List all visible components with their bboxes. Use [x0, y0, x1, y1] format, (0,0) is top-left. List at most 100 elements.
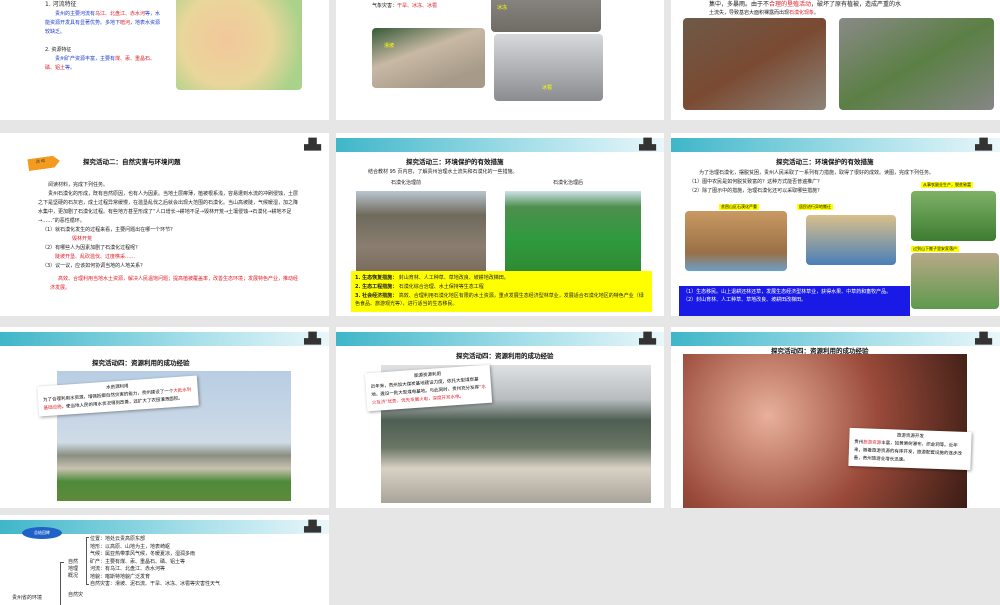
text-span: 旅游资源 [863, 440, 882, 446]
slide-thumbnail-1[interactable]: 1. 河流特征 贵州的主要河流有乌江、北盘江、赤水河等，水能资源开发具有显著优势… [0, 0, 329, 120]
mindmap-item: 气候：属亚热带季风气候，冬暖夏凉，湿润多雨 [90, 551, 196, 557]
after-photo [505, 191, 641, 271]
header-band [671, 332, 1000, 346]
mindmap-items: 位置：地处云贵高原东部 地形：以高原、山地为主，地表崎岖 气候：属亚热带季风气候… [90, 536, 220, 589]
summary-badge: 总结回眸 [22, 527, 62, 539]
photo-label: 冰雹 [542, 85, 553, 91]
mindmap-item: 地形：以高原、山地为主，地表崎岖 [90, 543, 171, 550]
mindmap-item: 河流：有乌江、北盘江、赤水河等 [90, 566, 166, 572]
illustration-label: 贫困山区石漠化严重 [719, 204, 759, 210]
slide-thumbnail-3[interactable]: 集中，多暴雨。由于不合理的垦殖活动，破坏了原有植被，造成严重的水 土流失，导致基… [671, 0, 1000, 120]
intro: 为了治理石漠化，摆脱贫困，贵州人民采取了一系列有力措施，取得了很好的成效。读图，… [699, 170, 935, 176]
slide-thumbnail-4[interactable]: ▟▙ 活 动 探究活动二：自然灾害与环境问题 阅读材料，完成下列任务。 贵州石漠… [0, 133, 329, 316]
text-span: 石漠化现象 [789, 10, 815, 16]
text-line: 集中，多暴雨。由于不合理的垦殖活动，破坏了原有植被，造成严重的水 [709, 0, 901, 9]
landslide-photo: 滑坡 [372, 28, 485, 88]
text-span: ，破坏了原有植被，造成严重的水 [811, 1, 902, 8]
slide-thumbnail-5[interactable]: ▟▙ 探究活动三：环境保护的有效措施 结合教材 95 页内容，了解贵州治理水土流… [336, 133, 664, 316]
slide-thumbnail-9[interactable]: ▟▙ 探究活动四：资源利用的成功经验 旅游资源开发 贵州旅游资源丰富，如黄果树瀑… [671, 327, 1000, 508]
illustration-label: 过到山下搬子里安家落户 [911, 246, 959, 252]
answer-3: 高效、合理利用当地水土资源，解决人民温饱问题；提高植被覆盖率，改善生态环境；发展… [50, 276, 299, 291]
text-span: 活 动 [35, 157, 46, 165]
building-logo-icon: ▟▙ [639, 138, 656, 151]
header-band [0, 332, 329, 346]
mindmap-item: 位置：地处云贵高原东部 [90, 536, 146, 542]
slide-thumbnail-2[interactable]: 气象灾害：干旱、冰冻、冰雹 滑坡 冰冻 冰雹 [336, 0, 664, 120]
slide-thumbnail-10[interactable]: ▟▙ 总结回眸 贵州省的环境 自然地理概况 自然灾 位置：地处云贵高原东部 地形… [0, 515, 329, 605]
mindmap-branch: 自然灾 [68, 592, 84, 598]
photo-label: 滑坡 [384, 43, 395, 49]
text-span: 3. 社会经济措施： [355, 293, 398, 299]
answer-1: （1）生态移民。山上退耕还林还草，发展生态经济型林草业，获得水果、中草药和畜牧产… [683, 289, 892, 295]
slide-thumbnail-6[interactable]: ▟▙ 探究活动三：环境保护的有效措施 为了治理石漠化，摆脱贫困，贵州人民采取了一… [671, 133, 1000, 316]
mindmap-item: 地貌：喀斯特地貌广泛发育 [90, 573, 151, 580]
slide-title: 探究活动二：自然灾害与环境问题 [83, 158, 181, 166]
question-2: （2）除了图示中的措施，治理石漠化还可以采取哪些措施？ [689, 188, 823, 194]
activity-arrow-icon: 活 动 [27, 155, 60, 171]
intro: 阅读材料，完成下列任务。 [48, 182, 109, 188]
text: 暗河 [120, 20, 131, 26]
river-text: 贵州的主要河流有乌江、北盘江、赤水河等，水能资源开发具有显著优势。多地下暗河，地… [45, 10, 165, 37]
slide-title: 探究活动四：资源利用的成功经验 [456, 352, 554, 360]
text-span: 集中，多暴雨。由于不 [709, 1, 770, 8]
resource-text: 贵州矿产资源丰富，主要有煤、汞、重晶石、磷、铝土等。 [45, 55, 165, 73]
heading: 2. 资源特征 [45, 47, 72, 53]
heading: 1. 河流特征 [45, 1, 77, 8]
mindmap-root: 贵州省的环境 [12, 595, 43, 601]
freeze-photo: 冰冻 [491, 0, 601, 32]
header-band [671, 138, 1000, 152]
illustration-label: 居民进行异地搬迁 [797, 204, 833, 210]
header-band [336, 332, 664, 346]
slide-title: 探究活动三：环境保护的有效措施 [776, 158, 874, 166]
guizhou-map [176, 0, 302, 90]
building-logo-icon: ▟▙ [975, 332, 992, 345]
text: 贵州矿产资源丰富，主要有 [55, 56, 116, 62]
label: 气象灾害： [372, 3, 398, 9]
measures-box: 1. 生态恢复措施： 封山育林、人工种草、草地改良、坡耕地改梯田。 2. 生态工… [351, 271, 652, 312]
building-logo-icon: ▟▙ [304, 332, 321, 345]
header-band [336, 138, 664, 152]
text: 乌江、北盘江、赤水河 [95, 11, 146, 17]
slide-title: 探究活动三：环境保护的有效措施 [406, 158, 504, 166]
text-span: 合理的垦殖活动 [769, 1, 812, 8]
slide-title: 探究活动四：资源利用的成功经验 [92, 359, 190, 367]
question-1: （1）图中农民是如何脱贫致富的？这种方式能否普遍推广？ [689, 179, 823, 185]
village-illustration [911, 253, 999, 309]
building-logo-icon: ▟▙ [975, 138, 992, 151]
text-line: 土流失，导致基岩大面积裸露而出现石漠化现象。 [709, 9, 819, 18]
question-1: （1）就石漠化发生的过程来看，主要问题出在哪一个环节？ [42, 227, 176, 233]
caption-after: 石漠化治理后 [553, 180, 584, 186]
mindmap-branch: 自然地理概况 [68, 559, 79, 579]
question-2: （2）有哪些人为因素加剧了石漠化过程呢？ [42, 245, 141, 251]
answer-2: （2）封山育林、人工种草、草地改良、坡耕田改梯田。 [683, 297, 807, 303]
photo-label: 冰冻 [497, 5, 508, 11]
slide-thumbnail-8[interactable]: ▟▙ 探究活动四：资源利用的成功经验 能源资源利用 近年来，贵州加大煤炭基地建设… [336, 327, 664, 508]
measure-row: 1. 生态恢复措施： 封山育林、人工种草、草地改良、坡耕地改梯田。 [355, 274, 648, 283]
text-span: 封山育林、人工种草、草地改良、坡耕地改梯田。 [398, 275, 509, 281]
answer-1: 毁林开荒 [72, 236, 93, 242]
intro: 结合教材 95 页内容，了解贵州治理水土流失和石漠化的一些措施。 [368, 169, 518, 175]
caption-before: 石漠化治理前 [391, 180, 422, 186]
illustration-label: 从事农副业生产，脱贫致富 [921, 182, 973, 188]
answer-box: （1）生态移民。山上退耕还林还草，发展生态经济型林草业，获得水果、中草药和畜牧产… [679, 286, 910, 316]
mindmap-bracket [86, 537, 89, 585]
stone-forest-photo [839, 18, 994, 110]
before-photo [356, 191, 486, 271]
text-span: 高效、合理利用石漠化地区有限的水土资源，重点发展生态经济型林草业，发展适合石漠化… [355, 293, 644, 307]
slide-thumbnail-7[interactable]: ▟▙ 探究活动四：资源利用的成功经验 水资源利用 为了合理利用水资源，增强抵御自… [0, 327, 329, 508]
building-logo-icon: ▟▙ [639, 332, 656, 345]
text-span: 1. 生态恢复措施： [355, 275, 398, 281]
mindmap-item: 自然灾害：滑坡、泥石流、干旱、冰冻、冰雹等灾害性天气 [90, 581, 221, 587]
truck-illustration [806, 215, 896, 265]
measure-row: 3. 社会经济措施： 高效、合理利用石漠化地区有限的水土资源，重点发展生态经济型… [355, 292, 648, 308]
text: 贵州的主要河流有 [55, 11, 96, 17]
farming-photo [683, 18, 826, 110]
paragraph: 贵州石漠化的形成，既有自然原因，也有人为因素。当地土层瘠薄，植被根系浅，容易遭到… [38, 191, 299, 224]
text-span: 。 [814, 10, 820, 16]
text-span: 土流失，导致基岩大面积裸露而出现 [709, 10, 790, 16]
text-span: 贵州 [854, 440, 864, 446]
hail-photo: 冰雹 [494, 34, 603, 101]
text: 等。 [65, 65, 76, 71]
farmer-illustration [911, 191, 996, 241]
answer-2: 陡坡开垦、乱砍滥伐、过度樵采…… [55, 254, 136, 260]
